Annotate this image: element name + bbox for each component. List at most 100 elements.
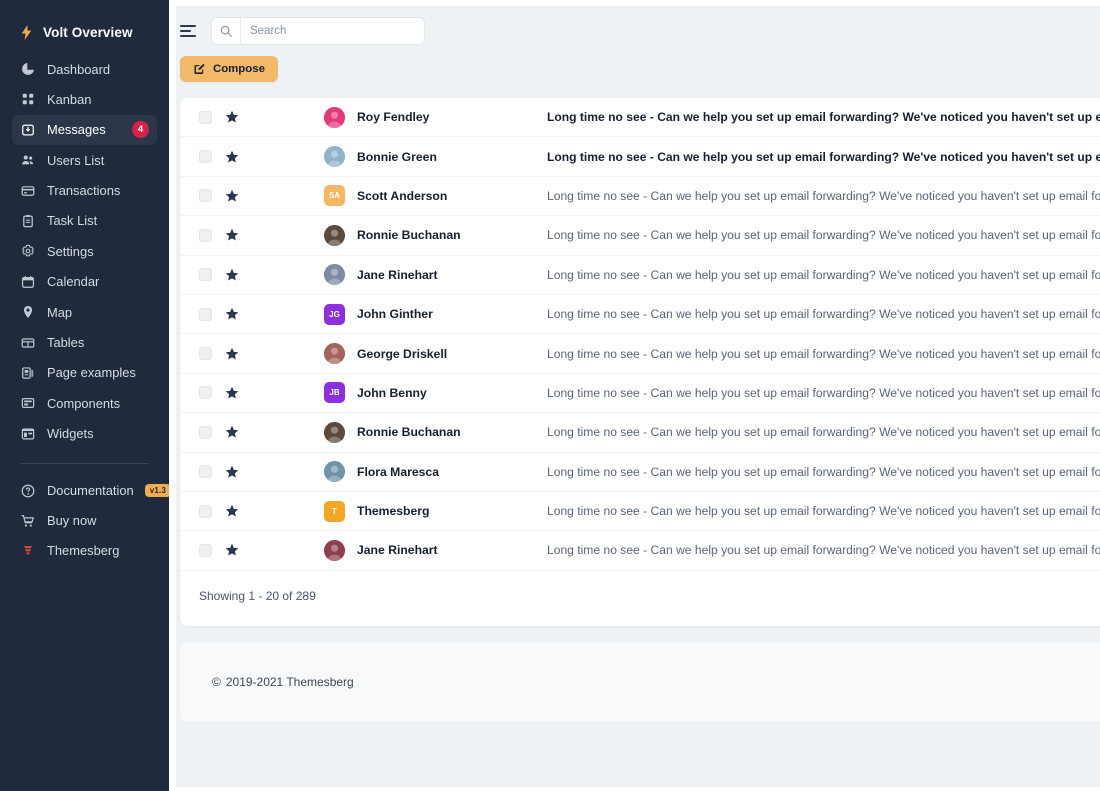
message-subject: Long time no see - Can we help you set u…: [547, 150, 1100, 164]
sidebar-item-label: Themesberg: [47, 543, 149, 558]
avatar: JG: [324, 304, 345, 325]
star-icon[interactable]: [225, 386, 240, 400]
star-icon[interactable]: [225, 307, 240, 321]
sidebar-item-buy-now[interactable]: Buy now: [12, 506, 157, 536]
sidebar-item-transactions[interactable]: Transactions: [12, 176, 157, 206]
avatar-cell: SA: [324, 185, 346, 206]
compose-row: Compose: [169, 56, 1100, 82]
sidebar-item-documentation[interactable]: Documentationv1.3: [12, 476, 157, 506]
sidebar-item-settings[interactable]: Settings: [12, 236, 157, 266]
left-white-strip: [169, 0, 176, 791]
clipboard-icon: [20, 213, 36, 229]
sender-name: Bonnie Green: [357, 150, 547, 164]
sidebar-item-label: Kanban: [47, 92, 149, 107]
footer-copyright: © 2019-2021 Themesberg: [180, 675, 354, 689]
search-box[interactable]: [211, 17, 425, 45]
message-subject: Long time no see - Can we help you set u…: [547, 465, 1100, 479]
message-subject: Long time no see - Can we help you set u…: [547, 307, 1100, 321]
avatar-cell: JG: [324, 304, 346, 325]
table-row[interactable]: Jane RinehartLong time no see - Can we h…: [180, 256, 1100, 295]
hamburger-icon[interactable]: [180, 21, 200, 41]
sender-name: Roy Fendley: [357, 110, 547, 124]
sidebar-item-label: Widgets: [47, 426, 149, 441]
copyright-icon: ©: [212, 675, 221, 689]
star-icon[interactable]: [225, 465, 240, 479]
row-checkbox[interactable]: [199, 308, 212, 321]
bolt-icon: [20, 25, 33, 40]
sidebar-item-themesberg[interactable]: Themesberg: [12, 536, 157, 566]
row-checkbox[interactable]: [199, 268, 212, 281]
row-checkbox[interactable]: [199, 465, 212, 478]
sidebar-item-page-examples[interactable]: Page examples: [12, 358, 157, 388]
message-subject: Long time no see - Can we help you set u…: [547, 189, 1100, 203]
row-checkbox[interactable]: [199, 150, 212, 163]
avatar-cell: [324, 540, 346, 561]
sidebar-item-label: Page examples: [47, 365, 149, 380]
sidebar-item-label: Map: [47, 305, 149, 320]
table-row[interactable]: JBJohn BennyLong time no see - Can we he…: [180, 374, 1100, 413]
page-footer: © 2019-2021 Themesberg: [180, 643, 1100, 722]
table-row[interactable]: George DriskellLong time no see - Can we…: [180, 334, 1100, 373]
sender-name: John Benny: [357, 386, 547, 400]
map-pin-icon: [20, 304, 36, 320]
compose-button[interactable]: Compose: [180, 56, 278, 82]
sidebar-item-label: Messages: [47, 122, 121, 137]
star-icon[interactable]: [225, 150, 240, 164]
sidebar-item-widgets[interactable]: Widgets: [12, 419, 157, 449]
message-subject: Long time no see - Can we help you set u…: [547, 504, 1100, 518]
themesberg-logo-icon: [20, 543, 36, 559]
sidebar-item-map[interactable]: Map: [12, 297, 157, 327]
table-row[interactable]: Bonnie GreenLong time no see - Can we he…: [180, 137, 1100, 176]
footer-copyright-text: 2019-2021 Themesberg: [226, 675, 354, 689]
compose-label: Compose: [213, 63, 265, 75]
star-icon[interactable]: [225, 347, 240, 361]
row-checkbox[interactable]: [199, 386, 212, 399]
sidebar-item-users-list[interactable]: Users List: [12, 145, 157, 175]
table-row[interactable]: Roy FendleyLong time no see - Can we hel…: [180, 98, 1100, 137]
table-row[interactable]: Ronnie BuchananLong time no see - Can we…: [180, 216, 1100, 255]
star-icon[interactable]: [225, 110, 240, 124]
sidebar-item-dashboard[interactable]: Dashboard: [12, 54, 157, 84]
row-checkbox[interactable]: [199, 505, 212, 518]
star-icon[interactable]: [225, 543, 240, 557]
sidebar-item-kanban[interactable]: Kanban: [12, 84, 157, 114]
row-checkbox[interactable]: [199, 189, 212, 202]
sidebar-item-components[interactable]: Components: [12, 388, 157, 418]
avatar-cell: T: [324, 501, 346, 522]
search-input[interactable]: [241, 18, 424, 44]
star-icon[interactable]: [225, 228, 240, 242]
inbox-icon: [20, 122, 36, 138]
table-row[interactable]: Jane RinehartLong time no see - Can we h…: [180, 531, 1100, 570]
star-icon[interactable]: [225, 504, 240, 518]
pie-chart-icon: [20, 61, 36, 77]
row-checkbox[interactable]: [199, 111, 212, 124]
avatar-cell: [324, 461, 346, 482]
star-icon[interactable]: [225, 425, 240, 439]
row-checkbox[interactable]: [199, 347, 212, 360]
row-checkbox[interactable]: [199, 426, 212, 439]
table-row[interactable]: JGJohn GintherLong time no see - Can we …: [180, 295, 1100, 334]
table-row[interactable]: Ronnie BuchananLong time no see - Can we…: [180, 413, 1100, 452]
calendar-icon: [20, 274, 36, 290]
sidebar-item-tables[interactable]: Tables: [12, 328, 157, 358]
message-subject: Long time no see - Can we help you set u…: [547, 228, 1100, 242]
table-row[interactable]: Flora MarescaLong time no see - Can we h…: [180, 453, 1100, 492]
sidebar-item-label: Transactions: [47, 183, 149, 198]
sidebar-item-task-list[interactable]: Task List: [12, 206, 157, 236]
sidebar-divider: [20, 463, 149, 464]
sidebar-item-messages[interactable]: Messages4: [12, 115, 157, 145]
avatar-cell: [324, 225, 346, 246]
avatar: SA: [324, 185, 345, 206]
star-icon[interactable]: [225, 268, 240, 282]
row-checkbox[interactable]: [199, 544, 212, 557]
table-row[interactable]: SAScott AndersonLong time no see - Can w…: [180, 177, 1100, 216]
avatar: [324, 540, 345, 561]
avatar: [324, 146, 345, 167]
table-row[interactable]: TThemesbergLong time no see - Can we hel…: [180, 492, 1100, 531]
sidebar-item-calendar[interactable]: Calendar: [12, 267, 157, 297]
widgets-icon: [20, 426, 36, 442]
star-icon[interactable]: [225, 189, 240, 203]
message-subject: Long time no see - Can we help you set u…: [547, 347, 1100, 361]
brand[interactable]: Volt Overview: [12, 10, 157, 54]
row-checkbox[interactable]: [199, 229, 212, 242]
